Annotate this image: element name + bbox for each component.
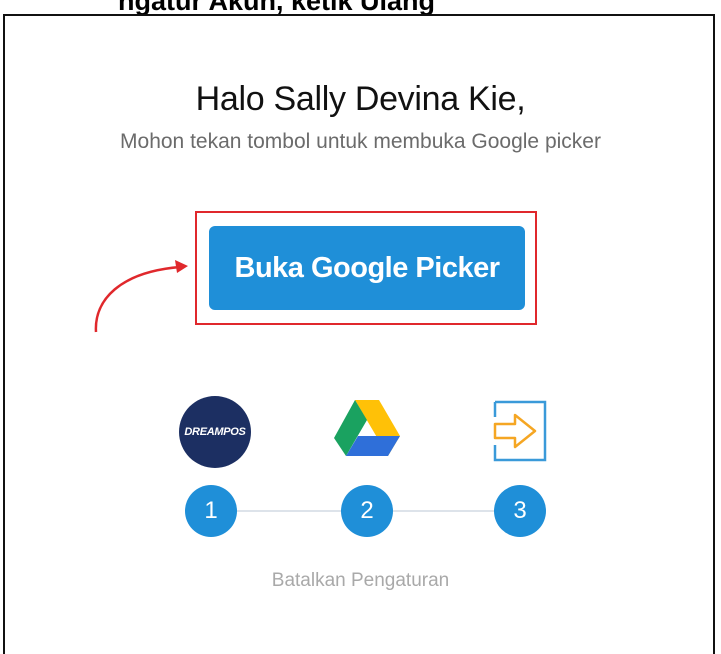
greeting-heading: Halo Sally Devina Kie, [195,80,526,118]
step-connector [236,510,342,512]
step-connector [392,510,500,512]
step-number: 2 [341,485,393,537]
dreampos-logo: DREAMPOS [179,396,251,468]
dreampos-logo-text: DREAMPOS [184,426,246,438]
google-drive-icon [334,400,400,456]
step-number: 1 [185,485,237,537]
step-number: 3 [494,485,546,537]
cancel-setup-link[interactable]: Batalkan Pengaturan [0,570,721,592]
instruction-text: Mohon tekan tombol untuk membuka Google … [120,130,601,153]
pointer-arrow-icon [94,260,188,333]
sign-in-arrow-icon [493,400,547,462]
open-google-picker-button[interactable]: Buka Google Picker [209,226,525,310]
